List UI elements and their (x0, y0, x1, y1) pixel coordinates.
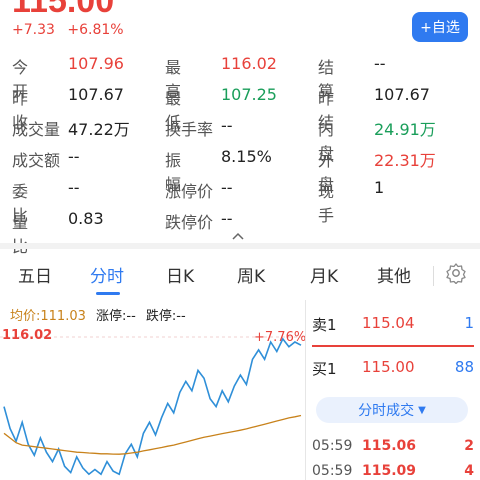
tab-weekly-k[interactable]: 周K (237, 262, 265, 287)
chart-high-label: 116.02 (2, 328, 53, 343)
avg-price-series-line (3, 414, 302, 455)
current-price: 115.00 (12, 0, 115, 20)
stat-limit-down: 跌停价 -- (165, 209, 233, 232)
tab-five-day[interactable]: 五日 (18, 262, 52, 287)
stat-volume: 成交量 47.22万 (12, 120, 130, 139)
order-book-divider (312, 345, 474, 347)
stat-current-hand: 现手 1 (318, 178, 385, 225)
legend-limit-down: 跌停:-- (145, 309, 186, 324)
price-series-line (3, 337, 302, 476)
active-tab-indicator (96, 292, 120, 295)
collapse-chevron-icon[interactable] (232, 229, 244, 243)
price-change-row: +7.33 +6.81% (12, 22, 132, 38)
gear-icon[interactable] (445, 262, 467, 285)
intraday-chart[interactable] (0, 323, 305, 480)
stat-limit-up: 涨停价 -- (165, 178, 233, 201)
price-change-percent: +6.81% (67, 22, 124, 38)
legend-avg-price: 均价:111.03 (10, 309, 86, 324)
caret-down-icon: ▼ (418, 404, 426, 416)
tab-divider (433, 266, 434, 286)
tick-trades-dropdown[interactable]: 分时成交 ▼ (316, 397, 468, 423)
legend-limit-up: 涨停:-- (96, 309, 136, 324)
chart-tabs: 五日 分时 日K 周K 月K 其他 (0, 256, 480, 296)
chart-pct-label: +7.76% (254, 330, 307, 345)
stat-turnover-rate: 换手率 -- (165, 116, 233, 139)
chart-legend: 均价:111.03 涨停:-- 跌停:-- (10, 305, 192, 324)
tab-daily-k[interactable]: 日K (166, 262, 194, 287)
stat-volume-ratio: 量比0.83 (12, 209, 104, 256)
stat-amount: 成交额 -- (12, 147, 80, 170)
section-separator (0, 243, 480, 249)
tab-intraday[interactable]: 分时 (90, 262, 124, 287)
tab-other[interactable]: 其他 (377, 262, 411, 287)
tab-monthly-k[interactable]: 月K (310, 262, 338, 287)
price-change: +7.33 (12, 22, 55, 38)
add-to-watchlist-button[interactable]: +自选 (412, 12, 468, 42)
panel-divider (305, 300, 306, 480)
